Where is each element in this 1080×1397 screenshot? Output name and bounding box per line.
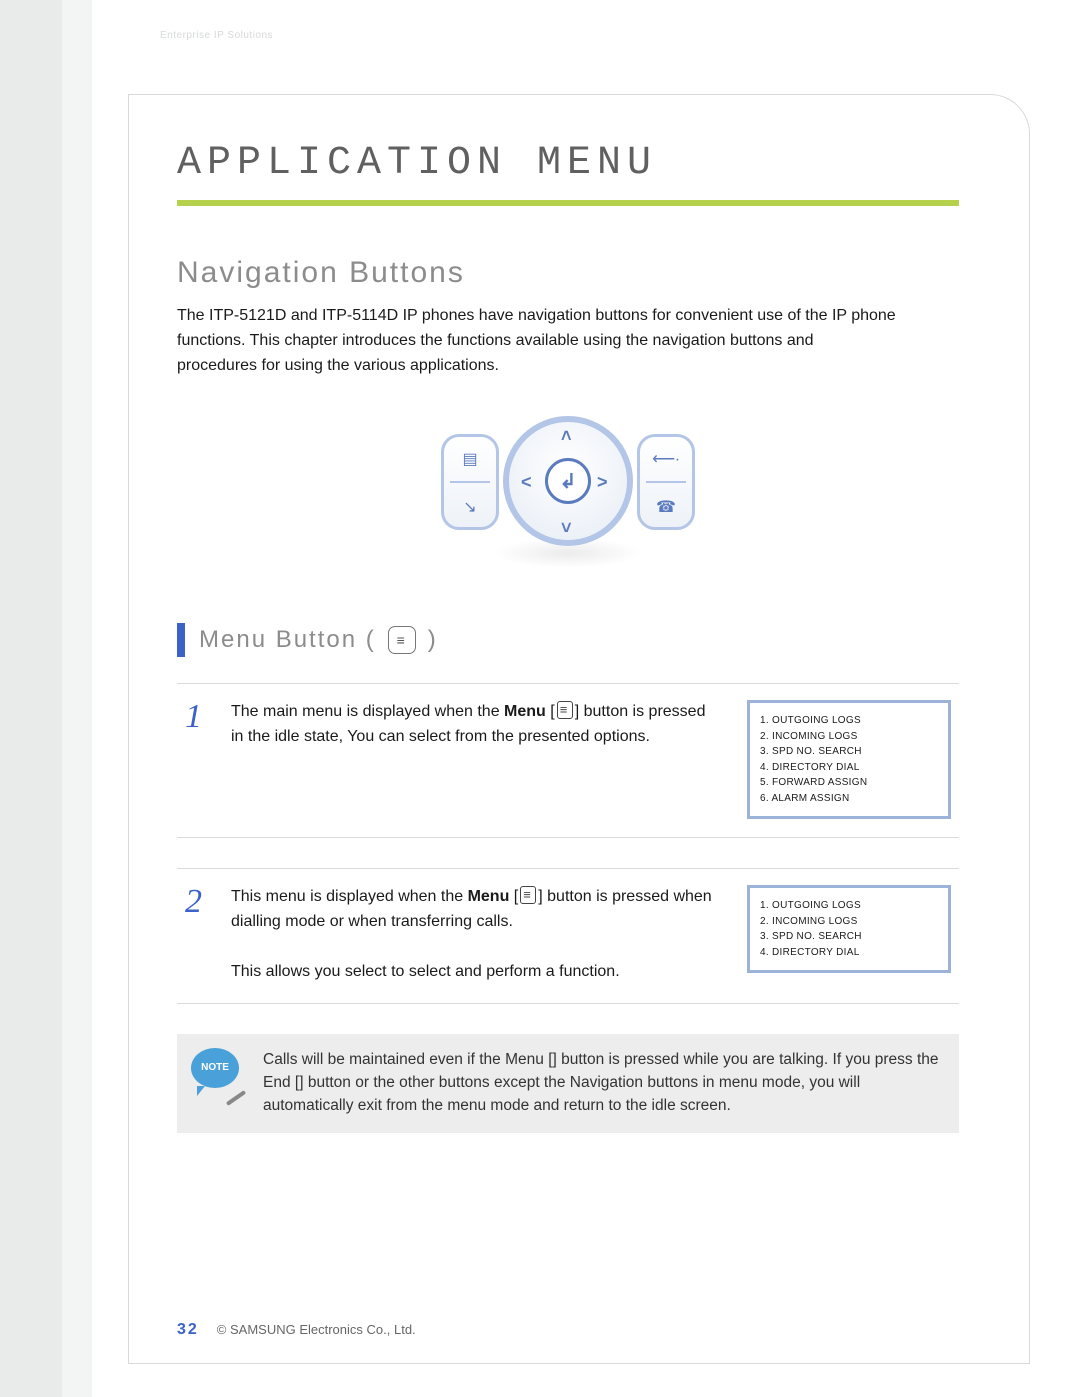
brand-header: Enterprise IP Solutions OfficeServ	[160, 30, 302, 77]
step-2-text: This menu is displayed when the Menu [] …	[231, 885, 729, 984]
step-text-fragment: This menu is displayed when the	[231, 888, 468, 905]
note-icon: NOTE	[191, 1048, 245, 1102]
step-text-fragment: [	[509, 888, 518, 905]
lcd-line: 6. ALARM ASSIGN	[760, 791, 938, 807]
note-label: NOTE	[201, 1062, 229, 1073]
section-title: Navigation Buttons	[177, 256, 959, 290]
note-bubble-icon: NOTE	[191, 1048, 239, 1088]
heading-accent-bar	[177, 623, 185, 657]
note-text: Calls will be maintained even if the Men…	[263, 1048, 941, 1118]
menu-button-label: Menu Button (	[199, 626, 376, 654]
chapter-title: APPLICATION MENU	[177, 141, 959, 186]
note-fragment: Calls will be maintained even if the	[263, 1051, 505, 1068]
menu-keyword: Menu	[468, 888, 510, 905]
page-card: APPLICATION MENU Navigation Buttons The …	[128, 94, 1030, 1364]
arrow-left-icon: ˂	[521, 472, 532, 493]
send-icon: ↘	[444, 497, 496, 517]
lcd-display-step-2: 1. OUTGOING LOGS 2. INCOMING LOGS 3. SPD…	[747, 885, 951, 973]
chapter-rule	[177, 200, 959, 206]
step-number: 1	[185, 700, 213, 734]
navpad-left-rocker: ▤ ↘	[441, 434, 499, 530]
note-fragment: [	[544, 1051, 553, 1068]
note-fragment: [	[291, 1074, 300, 1091]
menu-button-heading: Menu Button ( )	[177, 623, 959, 657]
step-text-fragment: This allows you select to select and per…	[231, 963, 620, 980]
note-fragment: ] button or the other buttons except the…	[263, 1074, 860, 1114]
step-text-fragment: The main menu is displayed when the	[231, 703, 504, 720]
step-text-fragment: [	[550, 703, 554, 720]
lcd-line: 4. DIRECTORY DIAL	[760, 760, 938, 776]
pencil-icon	[226, 1090, 246, 1106]
brand-office: Office	[160, 43, 242, 76]
navpad-illustration: ▤ ↘ ˄ ˅ ˂ ˃ ↲ ⟵∙ ☎	[177, 408, 959, 583]
lcd-line: 1. OUTGOING LOGS	[760, 898, 938, 914]
menu-icon: ▤	[444, 449, 496, 469]
lcd-line: 2. INCOMING LOGS	[760, 729, 938, 745]
arrow-right-icon: ˃	[597, 472, 608, 493]
step-number: 2	[185, 885, 213, 919]
brand-tagline: Enterprise IP Solutions	[160, 30, 302, 41]
step-2: 2 This menu is displayed when the Menu […	[177, 868, 959, 1003]
menu-icon	[388, 626, 416, 654]
brand-serv: Serv	[242, 43, 302, 76]
arrow-up-icon: ˄	[561, 426, 572, 447]
menu-keyword: Menu	[505, 1051, 544, 1068]
step-1-text: The main menu is displayed when the Menu…	[231, 700, 729, 750]
menu-icon	[520, 886, 536, 904]
note-box: NOTE Calls will be maintained even if th…	[177, 1034, 959, 1134]
page-number: 32	[177, 1321, 199, 1339]
arrow-down-icon: ˅	[561, 518, 572, 539]
lcd-line: 3. SPD NO. SEARCH	[760, 744, 938, 760]
intro-paragraph: The ITP-5121D and ITP-5114D IP phones ha…	[177, 304, 897, 378]
note-fragment: ] button is pressed while you are talkin…	[553, 1051, 939, 1068]
lcd-display-step-1: 1. OUTGOING LOGS 2. INCOMING LOGS 3. SPD…	[747, 700, 951, 819]
brand-logo: OfficeServ	[160, 43, 302, 77]
end-icon: ☎	[640, 497, 692, 517]
lcd-line: 1. OUTGOING LOGS	[760, 713, 938, 729]
menu-icon	[557, 701, 573, 719]
page-left-margin	[0, 0, 92, 1397]
lcd-line: 2. INCOMING LOGS	[760, 914, 938, 930]
page-left-margin-inner	[62, 0, 92, 1397]
lcd-line: 5. FORWARD ASSIGN	[760, 775, 938, 791]
lcd-line: 4. DIRECTORY DIAL	[760, 945, 938, 961]
page-footer: 32 © SAMSUNG Electronics Co., Ltd.	[177, 1321, 416, 1339]
menu-button-label-close: )	[428, 626, 438, 654]
end-keyword: End	[263, 1074, 291, 1091]
copyright: © SAMSUNG Electronics Co., Ltd.	[217, 1322, 416, 1337]
navpad-right-rocker: ⟵∙ ☎	[637, 434, 695, 530]
cancel-icon: ⟵∙	[640, 449, 692, 469]
menu-keyword: Menu	[504, 703, 546, 720]
step-1: 1 The main menu is displayed when the Me…	[177, 683, 959, 838]
lcd-line: 3. SPD NO. SEARCH	[760, 929, 938, 945]
